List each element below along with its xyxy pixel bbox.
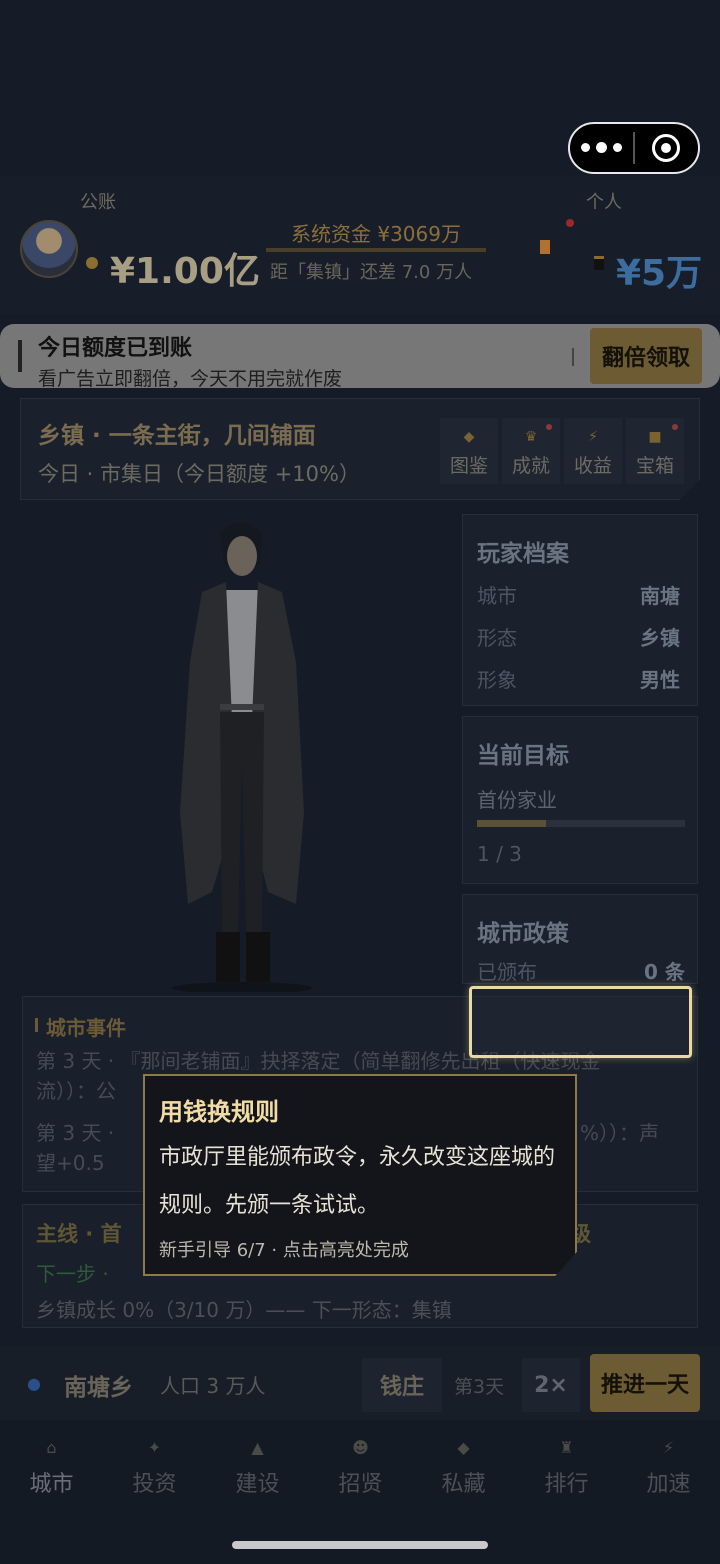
town-subtitle: 今日 · 市集日（今日额度 +10%） xyxy=(38,462,360,486)
town-name: 南塘乡 xyxy=(64,1375,133,1401)
town-title: 乡镇 · 一条主街，几间铺面 xyxy=(38,423,316,449)
advance-day-button[interactable]: 推进一天 xyxy=(590,1354,700,1412)
speed-button[interactable]: 2× xyxy=(522,1358,580,1412)
events-accent-bar xyxy=(35,1018,38,1032)
home-indicator xyxy=(232,1541,488,1549)
bank-button[interactable]: 钱庄 xyxy=(362,1358,442,1412)
event-line: %））：声 xyxy=(580,1121,660,1145)
goal-progress-fill xyxy=(477,820,546,827)
nav-label: 加速 xyxy=(646,1472,691,1497)
recruit-icon: ☻ xyxy=(352,1438,369,1457)
lightning-icon: ⚡ xyxy=(662,1438,675,1457)
nav-city[interactable]: ⌂ 城市 xyxy=(0,1438,103,1498)
diamond-icon: ◆ xyxy=(463,429,475,445)
tab-label: 宝箱 xyxy=(635,455,674,477)
more-dots-icon[interactable] xyxy=(570,142,633,153)
chest-icon: ■ xyxy=(648,429,662,445)
nav-recruit[interactable]: ☻ 招贤 xyxy=(309,1438,412,1498)
tooltip-body: 市政厅里能颁布政令，永久改变这座城的规则。先颁一条试试。 xyxy=(159,1145,556,1218)
player-character xyxy=(172,522,312,992)
profile-key-gender: 形象 xyxy=(477,668,517,692)
mainline-growth: 乡镇成长 0%（3/10 万）—— 下一形态：集镇 xyxy=(36,1298,452,1322)
nav-label: 建设 xyxy=(235,1472,280,1497)
mini-program-capsule xyxy=(568,122,700,174)
coin-icon xyxy=(86,257,98,269)
profile-value-gender: 男性 xyxy=(640,668,680,692)
nav-label: 投资 xyxy=(132,1472,177,1497)
event-line: 望+0.5 xyxy=(36,1151,105,1175)
tab-label: 图鉴 xyxy=(449,455,488,477)
goal-progress-track xyxy=(477,820,685,827)
goal-title: 当前目标 xyxy=(477,743,569,769)
rank-icon: ♜ xyxy=(559,1438,574,1457)
nav-invest[interactable]: ✦ 投资 xyxy=(103,1438,206,1498)
notification-dot xyxy=(672,424,678,430)
tooltip-title: 用钱换规则 xyxy=(159,1098,279,1126)
build-icon: ▲ xyxy=(251,1438,264,1457)
policy-key: 已颁布 xyxy=(477,960,537,984)
policy-title: 城市政策 xyxy=(477,921,569,947)
nav-label: 城市 xyxy=(29,1472,74,1497)
city-icon: ⌂ xyxy=(46,1438,57,1457)
events-title: 城市事件 xyxy=(46,1016,126,1040)
trophy-icon: ♛ xyxy=(524,429,538,445)
nav-stash[interactable]: ◆ 私藏 xyxy=(412,1438,515,1498)
event-line: 第 3 天 · xyxy=(36,1121,115,1145)
nav-speedup[interactable]: ⚡ 加速 xyxy=(617,1438,720,1498)
public-amount: ¥1.00亿 xyxy=(110,251,260,292)
banner-title: 今日额度已到账 xyxy=(38,336,193,361)
public-account-label: 公账 xyxy=(80,192,116,213)
next-stage-gap: 距「集镇」还差 7.0 万人 xyxy=(270,262,473,283)
banner-accent-bar xyxy=(18,340,22,372)
event-line: 流））：公 xyxy=(36,1079,116,1103)
population: 人口 3 万人 xyxy=(160,1374,266,1398)
nav-label: 私藏 xyxy=(441,1472,486,1497)
banner-subtitle: 看广告立即翻倍，今天不用完就作废 xyxy=(38,368,343,390)
tab-label: 收益 xyxy=(573,455,612,477)
personal-amount: ¥5万 xyxy=(616,253,703,294)
system-fund-underline xyxy=(266,248,486,252)
system-fund: 系统资金 ¥3069万 xyxy=(291,222,461,246)
banner-divider xyxy=(572,348,574,366)
profile-title: 玩家档案 xyxy=(477,541,569,567)
redpacket-icon[interactable] xyxy=(540,240,550,254)
guide-highlight-frame[interactable] xyxy=(469,986,692,1058)
tab-label: 成就 xyxy=(511,455,550,477)
notification-dot xyxy=(566,219,574,227)
gem-icon: ◆ xyxy=(457,1438,470,1457)
goal-name: 首份家业 xyxy=(477,788,557,812)
policy-value: 0 条 xyxy=(644,960,685,984)
invest-icon: ✦ xyxy=(147,1438,162,1457)
day-counter: 第3天 xyxy=(454,1376,505,1398)
goal-progress-text: 1 / 3 xyxy=(477,842,522,866)
profile-key-form: 形态 xyxy=(477,626,517,650)
personal-account-label: 个人 xyxy=(586,192,622,213)
tooltip-footer: 新手引导 6/7 · 点击高亮处完成 xyxy=(159,1240,409,1261)
avatar[interactable] xyxy=(20,220,78,278)
nav-build[interactable]: ▲ 建设 xyxy=(206,1438,309,1498)
tab-catalog[interactable]: ◆ 图鉴 xyxy=(440,418,498,484)
wallet-icon xyxy=(594,256,604,270)
double-claim-button[interactable]: 翻倍领取 xyxy=(590,328,702,384)
profile-key-city: 城市 xyxy=(477,584,517,608)
nav-label: 招贤 xyxy=(338,1472,383,1497)
notification-dot xyxy=(546,424,552,430)
profile-value-form: 乡镇 xyxy=(640,626,680,650)
nav-rank[interactable]: ♜ 排行 xyxy=(515,1438,618,1498)
profile-value-city: 南塘 xyxy=(640,584,680,608)
tab-income[interactable]: ⚡ 收益 xyxy=(564,418,622,484)
water-drop-icon: ● xyxy=(27,1374,41,1393)
nav-label: 排行 xyxy=(544,1472,589,1497)
mainline-title: 主线 · 首 xyxy=(36,1222,122,1246)
lightning-icon: ⚡ xyxy=(588,429,598,445)
mainline-next-step: 下一步 · xyxy=(36,1262,109,1286)
close-target-icon[interactable] xyxy=(635,134,698,162)
